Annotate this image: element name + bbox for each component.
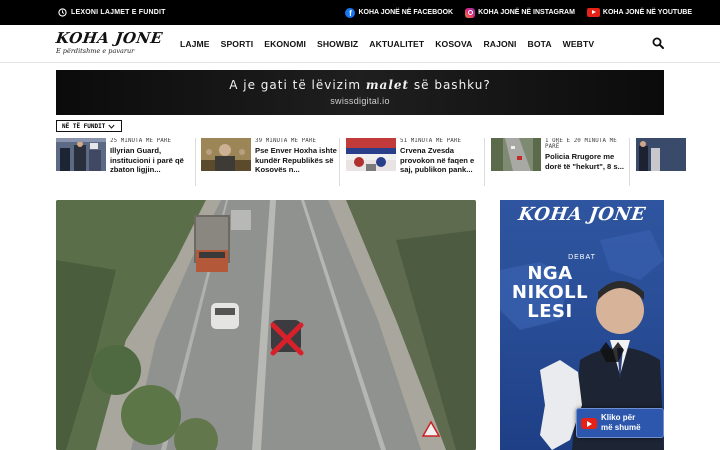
facebook-icon: f bbox=[345, 7, 356, 18]
youtube-icon bbox=[586, 8, 600, 17]
news-title: Policia Rrugore me dorë të "hekurt", 8 s… bbox=[545, 152, 624, 171]
news-item[interactable] bbox=[636, 138, 686, 186]
side-ad-banner[interactable]: KOHA JONE DEBAT NGA NIKOLL LESI Kliko pë… bbox=[500, 200, 664, 450]
nav-item-showbiz[interactable]: SHOWBIZ bbox=[317, 39, 358, 49]
divider bbox=[195, 138, 196, 186]
nav-item-ekonomi[interactable]: EKONOMI bbox=[264, 39, 306, 49]
news-title: Pse Enver Hoxha ishte kundër Republikës … bbox=[255, 146, 337, 174]
ad-guest-line2: NIKOLL bbox=[511, 282, 589, 303]
news-title: Illyrian Guard, institucioni i parë që z… bbox=[110, 146, 184, 174]
top-bar: LEXONI LAJMET E FUNDIT f KOHA JONË NË FA… bbox=[0, 0, 720, 25]
main-nav: LAJME SPORTI EKONOMI SHOWBIZ AKTUALITET … bbox=[180, 25, 594, 63]
ad-headline-post: së bashku? bbox=[413, 78, 491, 92]
latest-news-strip: 25 MINUTA MË PARË Illyrian Guard, instit… bbox=[56, 138, 720, 186]
instagram-icon bbox=[465, 7, 476, 18]
latest-news-label: LEXONI LAJMET E FUNDIT bbox=[71, 9, 166, 16]
social-links: f KOHA JONË NË FACEBOOK KOHA JONË NË INS… bbox=[345, 0, 692, 25]
instagram-link[interactable]: KOHA JONË NË INSTAGRAM bbox=[465, 7, 575, 18]
hero-road-photo bbox=[56, 200, 476, 450]
ad-category-label: DEBAT bbox=[568, 254, 596, 261]
nav-item-aktualitet[interactable]: AKTUALITET bbox=[369, 39, 424, 49]
divider bbox=[339, 138, 340, 186]
latest-news-toggle[interactable]: NË TË FUNDIT bbox=[56, 120, 123, 132]
nav-item-lajme[interactable]: LAJME bbox=[180, 39, 210, 49]
logo-name: KOHA JONE bbox=[54, 29, 164, 47]
cta-line2: më shumë bbox=[601, 423, 641, 432]
news-time: 51 MINUTA MË PARË bbox=[400, 138, 462, 144]
news-time: 25 MINUTA MË PARË bbox=[110, 138, 172, 144]
nav-item-kosova[interactable]: KOSOVA bbox=[435, 39, 472, 49]
news-title: Crvena Zvesda provokon në faqen e saj, p… bbox=[400, 146, 475, 174]
news-thumbnail bbox=[636, 138, 686, 171]
ad-headline-emphasis: malet bbox=[365, 78, 410, 92]
divider bbox=[629, 138, 630, 186]
cta-line1: Kliko për bbox=[601, 413, 636, 422]
instagram-label: KOHA JONË NË INSTAGRAM bbox=[478, 9, 575, 16]
latest-news-link[interactable]: LEXONI LAJMET E FUNDIT bbox=[58, 0, 166, 25]
news-item[interactable]: 39 MINUTA MË PARË Pse Enver Hoxha ishte … bbox=[201, 138, 337, 186]
ad-cta-button[interactable]: Kliko për më shumë bbox=[576, 408, 664, 438]
site-logo[interactable]: KOHA JONE E përditshme e pavarur bbox=[54, 29, 166, 59]
ad-guest-name: NGA NIKOLL LESI bbox=[510, 264, 590, 321]
youtube-link[interactable]: KOHA JONË NË YOUTUBE bbox=[586, 8, 692, 17]
search-icon[interactable] bbox=[652, 37, 664, 49]
clock-icon bbox=[58, 8, 67, 17]
ad-headline: A je gati të lëvizim malet së bashku? bbox=[56, 78, 664, 92]
logo-tagline: E përditshme e pavarur bbox=[56, 47, 135, 55]
ad-brand-logo: KOHA JONE bbox=[517, 204, 647, 225]
news-thumbnail bbox=[56, 138, 106, 171]
news-thumbnail bbox=[491, 138, 541, 171]
youtube-label: KOHA JONË NË YOUTUBE bbox=[602, 9, 692, 16]
nav-item-bota[interactable]: BOTA bbox=[528, 39, 552, 49]
news-thumbnail bbox=[201, 138, 251, 171]
ad-guest-line1: NGA bbox=[527, 263, 573, 284]
youtube-icon bbox=[581, 417, 597, 429]
news-time: 1 ORË E 20 MINUTA MË PARË bbox=[545, 138, 617, 150]
facebook-link[interactable]: f KOHA JONË NË FACEBOOK bbox=[345, 7, 454, 18]
main-header: KOHA JONE E përditshme e pavarur LAJME S… bbox=[0, 25, 720, 63]
nav-item-sporti[interactable]: SPORTI bbox=[221, 39, 254, 49]
news-time: 39 MINUTA MË PARË bbox=[255, 138, 317, 144]
news-item[interactable]: 25 MINUTA MË PARË Illyrian Guard, instit… bbox=[56, 138, 192, 186]
ad-guest-line3: LESI bbox=[527, 301, 573, 322]
news-thumbnail bbox=[346, 138, 396, 171]
news-item[interactable]: 51 MINUTA MË PARË Crvena Zvesda provokon… bbox=[346, 138, 482, 186]
news-item[interactable]: 1 ORË E 20 MINUTA MË PARË Policia Rrugor… bbox=[491, 138, 627, 186]
nav-item-rajoni[interactable]: RAJONI bbox=[483, 39, 516, 49]
facebook-label: KOHA JONË NË FACEBOOK bbox=[358, 9, 454, 16]
ad-banner[interactable]: A je gati të lëvizim malet së bashku? sw… bbox=[56, 70, 664, 115]
nav-item-webtv[interactable]: WEBTV bbox=[563, 39, 595, 49]
ad-headline-pre: A je gati të lëvizim bbox=[229, 78, 362, 92]
divider bbox=[484, 138, 485, 186]
latest-news-heading: NË TË FUNDIT bbox=[62, 122, 106, 130]
hero-image[interactable] bbox=[56, 200, 476, 450]
chevron-down-icon bbox=[108, 124, 115, 129]
ad-url: swissdigital.io bbox=[330, 96, 390, 106]
